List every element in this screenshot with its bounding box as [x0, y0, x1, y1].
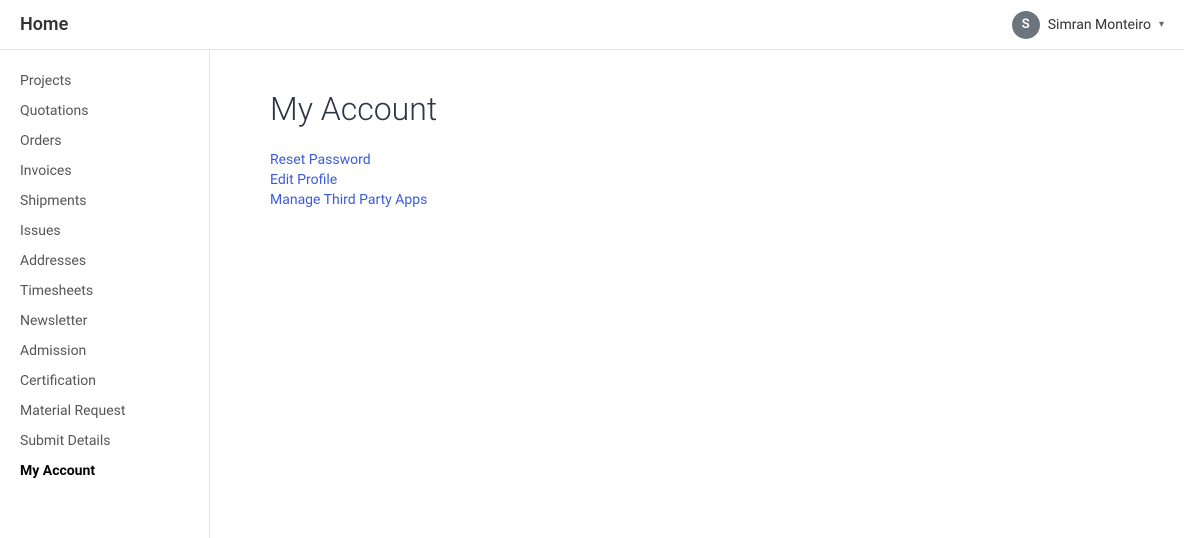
link-reset-password[interactable]: Reset Password — [270, 152, 1124, 168]
sidebar-item-my-account[interactable]: My Account — [0, 456, 209, 486]
user-avatar: S — [1012, 11, 1040, 39]
sidebar-item-orders[interactable]: Orders — [0, 126, 209, 156]
sidebar-item-material-request[interactable]: Material Request — [0, 396, 209, 426]
sidebar-item-certification[interactable]: Certification — [0, 366, 209, 396]
sidebar: ProjectsQuotationsOrdersInvoicesShipment… — [0, 50, 210, 538]
sidebar-item-addresses[interactable]: Addresses — [0, 246, 209, 276]
sidebar-item-newsletter[interactable]: Newsletter — [0, 306, 209, 336]
user-menu[interactable]: S Simran Monteiro ▾ — [1012, 11, 1164, 39]
navbar: Home S Simran Monteiro ▾ — [0, 0, 1184, 50]
sidebar-item-quotations[interactable]: Quotations — [0, 96, 209, 126]
link-manage-third-party-apps[interactable]: Manage Third Party Apps — [270, 192, 1124, 208]
sidebar-item-submit-details[interactable]: Submit Details — [0, 426, 209, 456]
user-name: Simran Monteiro — [1048, 17, 1151, 33]
sidebar-item-timesheets[interactable]: Timesheets — [0, 276, 209, 306]
link-edit-profile[interactable]: Edit Profile — [270, 172, 1124, 188]
sidebar-item-issues[interactable]: Issues — [0, 216, 209, 246]
account-links: Reset Password Edit Profile Manage Third P… — [270, 152, 1124, 208]
page-title: My Account — [270, 90, 1124, 128]
main-layout: ProjectsQuotationsOrdersInvoicesShipment… — [0, 50, 1184, 538]
sidebar-item-invoices[interactable]: Invoices — [0, 156, 209, 186]
sidebar-item-admission[interactable]: Admission — [0, 336, 209, 366]
main-content: My Account Reset Password Edit Profile Man… — [210, 50, 1184, 538]
sidebar-item-projects[interactable]: Projects — [0, 66, 209, 96]
chevron-down-icon: ▾ — [1159, 19, 1164, 30]
navbar-brand: Home — [20, 14, 68, 35]
sidebar-item-shipments[interactable]: Shipments — [0, 186, 209, 216]
